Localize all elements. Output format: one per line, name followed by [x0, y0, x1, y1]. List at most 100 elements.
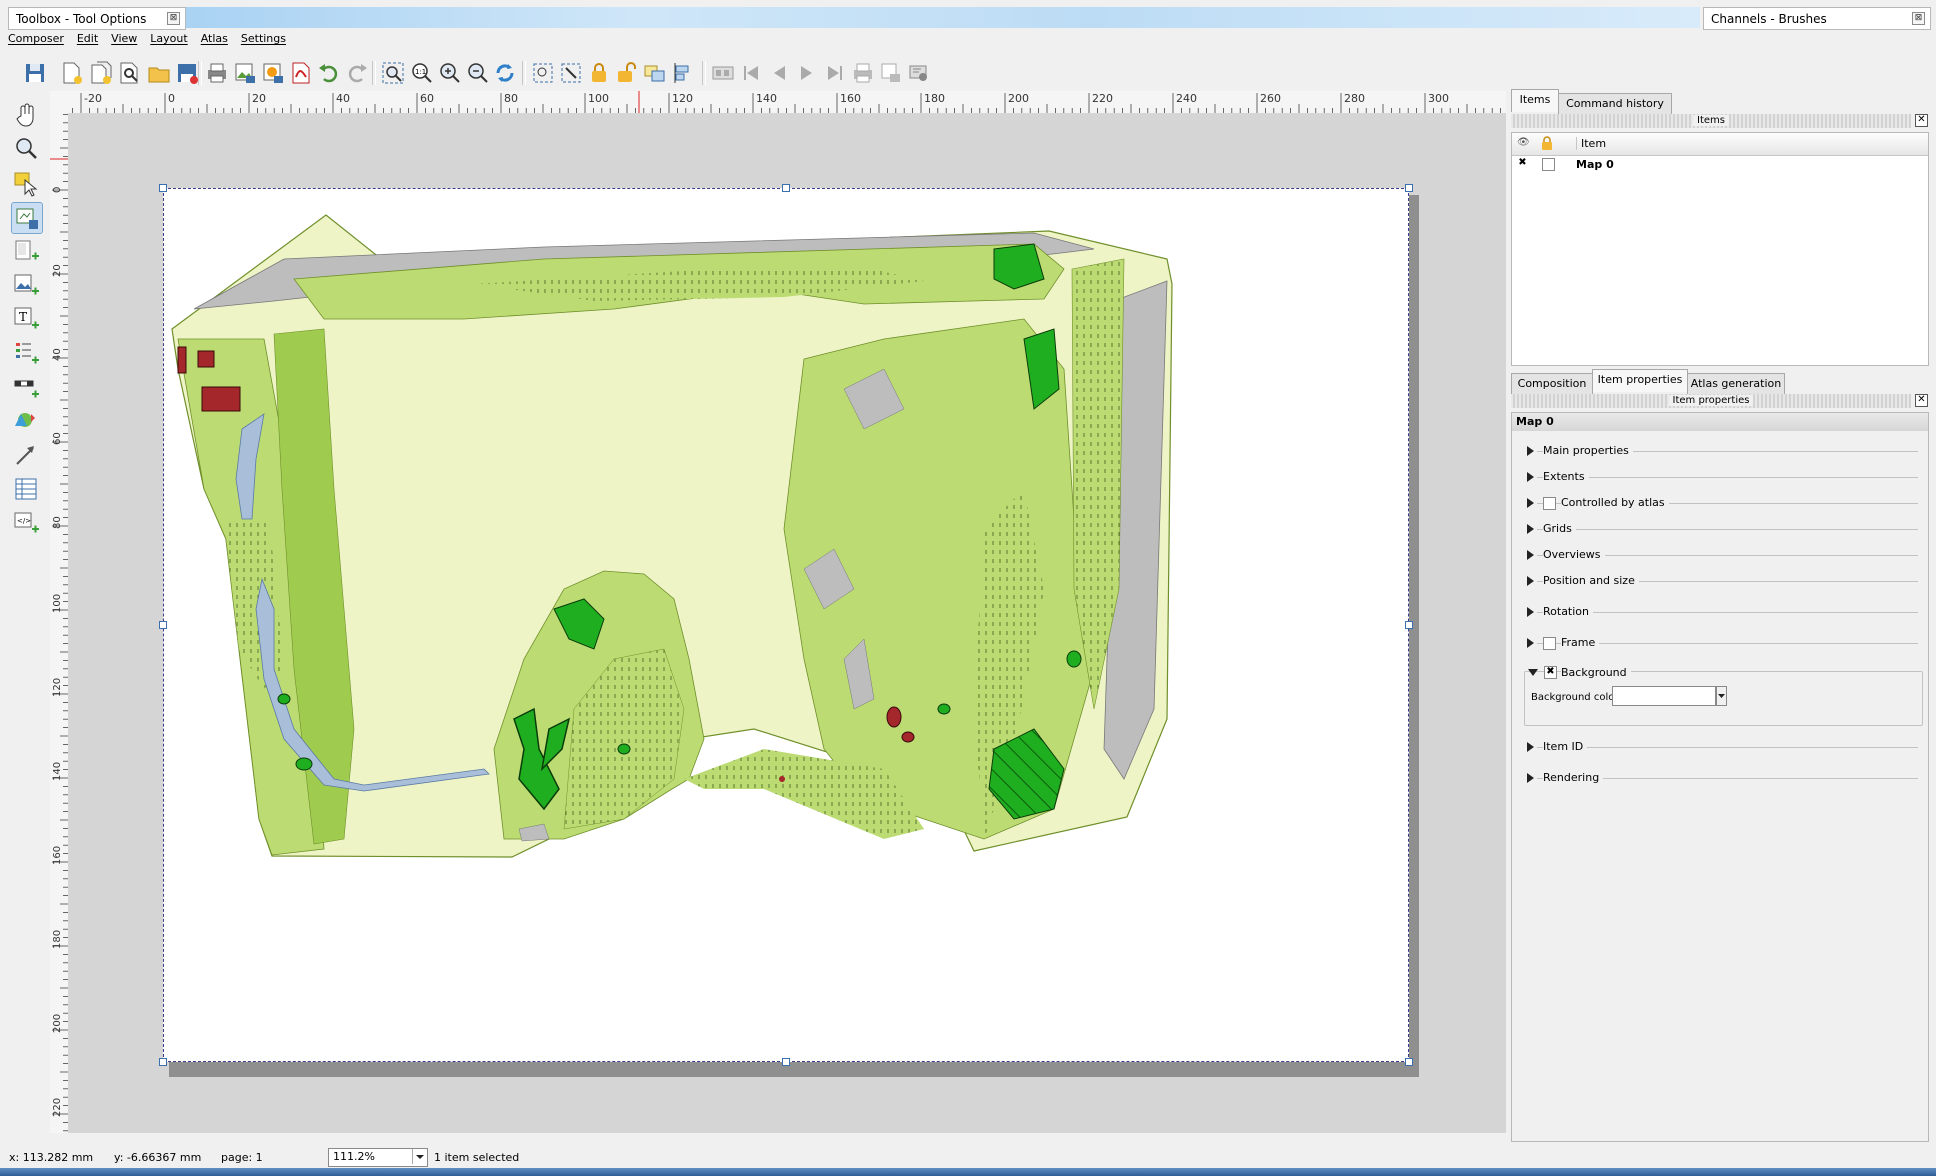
item-visible-checkbox[interactable]: ✖	[1517, 158, 1528, 169]
lock-icon[interactable]	[586, 60, 612, 86]
redo-icon[interactable]	[344, 60, 370, 86]
add-legend-icon[interactable]	[11, 338, 41, 368]
save-icon[interactable]	[22, 60, 48, 86]
zoom-dropdown-icon[interactable]	[412, 1149, 427, 1164]
tab-items[interactable]: Items	[1511, 89, 1559, 112]
atlas-export-icon[interactable]	[878, 60, 904, 86]
collapse-arrow-icon[interactable]	[1528, 669, 1538, 676]
toolbox-close-icon[interactable]: ⊠	[167, 12, 180, 25]
resize-handle-br[interactable]	[1405, 1058, 1413, 1066]
group-item-id[interactable]: Item ID	[1527, 739, 1918, 755]
items-table[interactable]: 👁 Item ✖ Map 0	[1511, 132, 1929, 366]
zoom-in-icon[interactable]	[436, 60, 462, 86]
first-feature-icon[interactable]	[738, 60, 764, 86]
align-icon[interactable]	[670, 60, 696, 86]
refresh-icon[interactable]	[492, 60, 518, 86]
atlas-print-icon[interactable]	[850, 60, 876, 86]
expand-arrow-icon[interactable]	[1527, 742, 1534, 752]
composer-manager-icon[interactable]	[116, 60, 142, 86]
open-template-icon[interactable]	[146, 60, 172, 86]
add-html-icon[interactable]: </>	[11, 508, 41, 538]
add-arrow-icon[interactable]	[11, 440, 41, 470]
undo-icon[interactable]	[316, 60, 342, 86]
group-rendering[interactable]: Rendering	[1527, 770, 1918, 786]
menu-settings[interactable]: Settings	[241, 32, 286, 45]
group-main-properties[interactable]: Main properties	[1527, 443, 1918, 459]
properties-panel-close-icon[interactable]: ✕	[1915, 394, 1928, 407]
zoom-100-icon[interactable]: 1:1	[408, 60, 434, 86]
select-item-icon[interactable]	[558, 60, 584, 86]
menu-layout[interactable]: Layout	[150, 32, 187, 45]
atlas-settings-icon[interactable]	[906, 60, 932, 86]
add-scalebar-icon[interactable]	[11, 372, 41, 402]
next-feature-icon[interactable]	[794, 60, 820, 86]
zoom-combobox[interactable]: 111.2%	[328, 1148, 428, 1167]
composer-canvas[interactable]	[68, 113, 1506, 1133]
select-all-icon[interactable]	[530, 60, 556, 86]
atlas-preview-icon[interactable]	[710, 60, 736, 86]
expand-arrow-icon[interactable]	[1527, 446, 1534, 456]
map-item[interactable]	[164, 189, 1408, 1061]
last-feature-icon[interactable]	[822, 60, 848, 86]
expand-arrow-icon[interactable]	[1527, 550, 1534, 560]
resize-handle-tr[interactable]	[1405, 184, 1413, 192]
tab-command-history[interactable]: Command history	[1558, 93, 1672, 114]
add-map-icon[interactable]	[11, 236, 41, 266]
zoom-out-icon[interactable]	[464, 60, 490, 86]
group-frame[interactable]: Frame	[1527, 635, 1918, 651]
add-shape-icon[interactable]	[11, 406, 41, 436]
group-grids[interactable]: Grids	[1527, 521, 1918, 537]
menu-edit[interactable]: Edit	[77, 32, 98, 45]
expand-arrow-icon[interactable]	[1527, 638, 1534, 648]
background-checkbox[interactable]: ✖	[1544, 666, 1557, 679]
menu-atlas[interactable]: Atlas	[201, 32, 228, 45]
zoom-tool-icon[interactable]	[11, 134, 41, 164]
background-color-swatch[interactable]	[1612, 686, 1716, 706]
menu-view[interactable]: View	[111, 32, 137, 45]
controlled-by-atlas-checkbox[interactable]	[1543, 497, 1556, 510]
export-svg-icon[interactable]	[260, 60, 286, 86]
add-image-icon[interactable]	[11, 270, 41, 300]
menu-composer[interactable]: Composer	[8, 32, 64, 45]
print-icon[interactable]	[204, 60, 230, 86]
expand-arrow-icon[interactable]	[1527, 472, 1534, 482]
expand-arrow-icon[interactable]	[1527, 498, 1534, 508]
frame-checkbox[interactable]	[1543, 637, 1556, 650]
channels-close-icon[interactable]: ⊠	[1912, 12, 1925, 25]
pan-icon[interactable]	[11, 100, 41, 130]
zoom-value[interactable]: 111.2%	[333, 1150, 375, 1163]
export-image-icon[interactable]	[232, 60, 258, 86]
resize-handle-bc[interactable]	[782, 1058, 790, 1066]
duplicate-composer-icon[interactable]	[88, 60, 114, 86]
expand-arrow-icon[interactable]	[1527, 607, 1534, 617]
items-panel-close-icon[interactable]: ✕	[1915, 114, 1928, 127]
group-controlled-by-atlas[interactable]: Controlled by atlas	[1527, 495, 1918, 511]
table-row[interactable]: ✖ Map 0	[1512, 157, 1928, 173]
resize-handle-tc[interactable]	[782, 184, 790, 192]
tab-composition[interactable]: Composition	[1511, 373, 1593, 394]
resize-handle-tl[interactable]	[159, 184, 167, 192]
move-content-icon[interactable]	[11, 202, 43, 234]
group-icon[interactable]	[642, 60, 668, 86]
expand-arrow-icon[interactable]	[1527, 524, 1534, 534]
save-template-icon[interactable]	[174, 60, 200, 86]
add-label-icon[interactable]: T	[11, 304, 41, 334]
chevron-down-icon[interactable]	[1716, 686, 1727, 706]
new-composer-icon[interactable]	[58, 60, 84, 86]
item-lock-checkbox[interactable]	[1542, 158, 1555, 171]
tab-item-properties[interactable]: Item properties	[1592, 369, 1688, 392]
resize-handle-bl[interactable]	[159, 1058, 167, 1066]
item-column-label[interactable]: Item	[1576, 137, 1606, 150]
export-pdf-icon[interactable]	[288, 60, 314, 86]
select-move-icon[interactable]	[11, 168, 41, 198]
group-extents[interactable]: Extents	[1527, 469, 1918, 485]
resize-handle-mr[interactable]	[1405, 621, 1413, 629]
group-overviews[interactable]: Overviews	[1527, 547, 1918, 563]
unlock-icon[interactable]	[614, 60, 640, 86]
resize-handle-ml[interactable]	[159, 621, 167, 629]
previous-feature-icon[interactable]	[766, 60, 792, 86]
expand-arrow-icon[interactable]	[1527, 773, 1534, 783]
zoom-full-icon[interactable]	[380, 60, 406, 86]
group-rotation[interactable]: Rotation	[1527, 604, 1918, 620]
expand-arrow-icon[interactable]	[1527, 576, 1534, 586]
